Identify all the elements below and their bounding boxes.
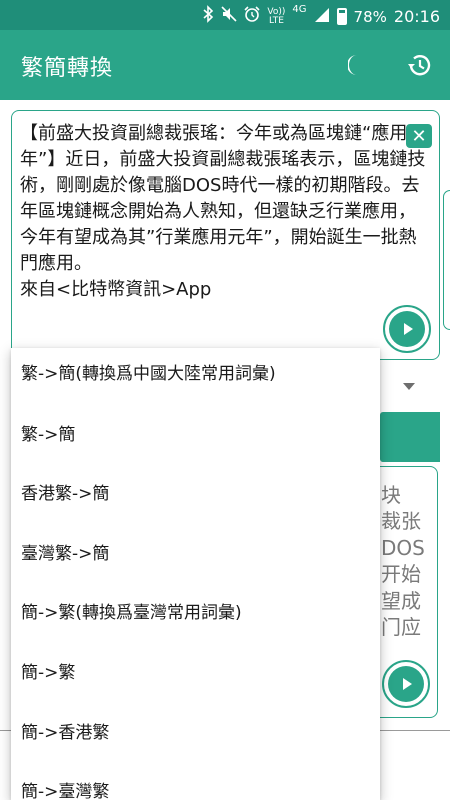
battery-icon <box>336 8 347 25</box>
dropdown-option[interactable]: 香港繁->簡 <box>11 462 380 520</box>
dropdown-option[interactable]: 簡->繁 <box>11 641 380 699</box>
history-icon <box>408 55 431 76</box>
input-card[interactable]: 【前盛大投資副總裁張瑤：今年或為區塊鏈“應用元年”】近日，前盛大投資副總裁張瑤表… <box>11 110 440 360</box>
status-time: 20:16 <box>393 7 440 26</box>
play-icon <box>389 311 425 347</box>
alarm-icon <box>244 6 260 27</box>
status-bar: Vo)) LTE 4G 78% 20:16 <box>0 0 450 30</box>
dropdown-option[interactable]: 簡->臺灣繁 <box>11 760 380 800</box>
close-icon: ✕ <box>411 125 427 147</box>
bluetooth-icon <box>202 5 214 28</box>
input-text[interactable]: 【前盛大投資副總裁張瑤：今年或為區塊鏈“應用元年”】近日，前盛大投資副總裁張瑤表… <box>20 121 432 303</box>
convert-button[interactable] <box>380 412 440 462</box>
night-mode-icon <box>348 55 357 75</box>
input-play-button[interactable] <box>383 305 431 353</box>
battery-percent: 78% <box>353 7 387 26</box>
output-text: 块 裁张 DOS 开始 望成 门应 <box>381 483 425 640</box>
dropdown-option[interactable]: 簡->香港繁 <box>11 701 380 759</box>
4g-icon: 4G <box>292 4 307 15</box>
night-mode-button[interactable] <box>342 47 378 83</box>
dropdown-option[interactable]: 臺灣繁->簡 <box>11 522 380 580</box>
output-play-button[interactable] <box>382 660 430 708</box>
app-bar: 繁簡轉換 <box>0 30 450 100</box>
signal-icon <box>314 7 330 27</box>
mute-icon <box>221 6 237 27</box>
chevron-down-icon[interactable] <box>403 383 415 390</box>
dropdown-option[interactable]: 繁->簡 <box>11 403 380 461</box>
dropdown-option[interactable]: 簡->繁(轉換爲臺灣常用詞彙) <box>11 581 380 639</box>
dropdown-option[interactable]: 繁->簡(轉換爲中國大陸常用詞彙) <box>11 348 380 400</box>
conversion-mode-dropdown: 繁->簡(轉換爲中國大陸常用詞彙) 繁->簡 香港繁->簡 臺灣繁->簡 簡->… <box>11 348 380 800</box>
play-icon <box>388 666 424 702</box>
history-button[interactable] <box>401 47 437 83</box>
app-title: 繁簡轉換 <box>21 56 114 81</box>
clear-button[interactable]: ✕ <box>406 124 432 148</box>
background-card-edge <box>443 190 450 330</box>
volte-icon: Vo)) LTE <box>267 6 286 26</box>
